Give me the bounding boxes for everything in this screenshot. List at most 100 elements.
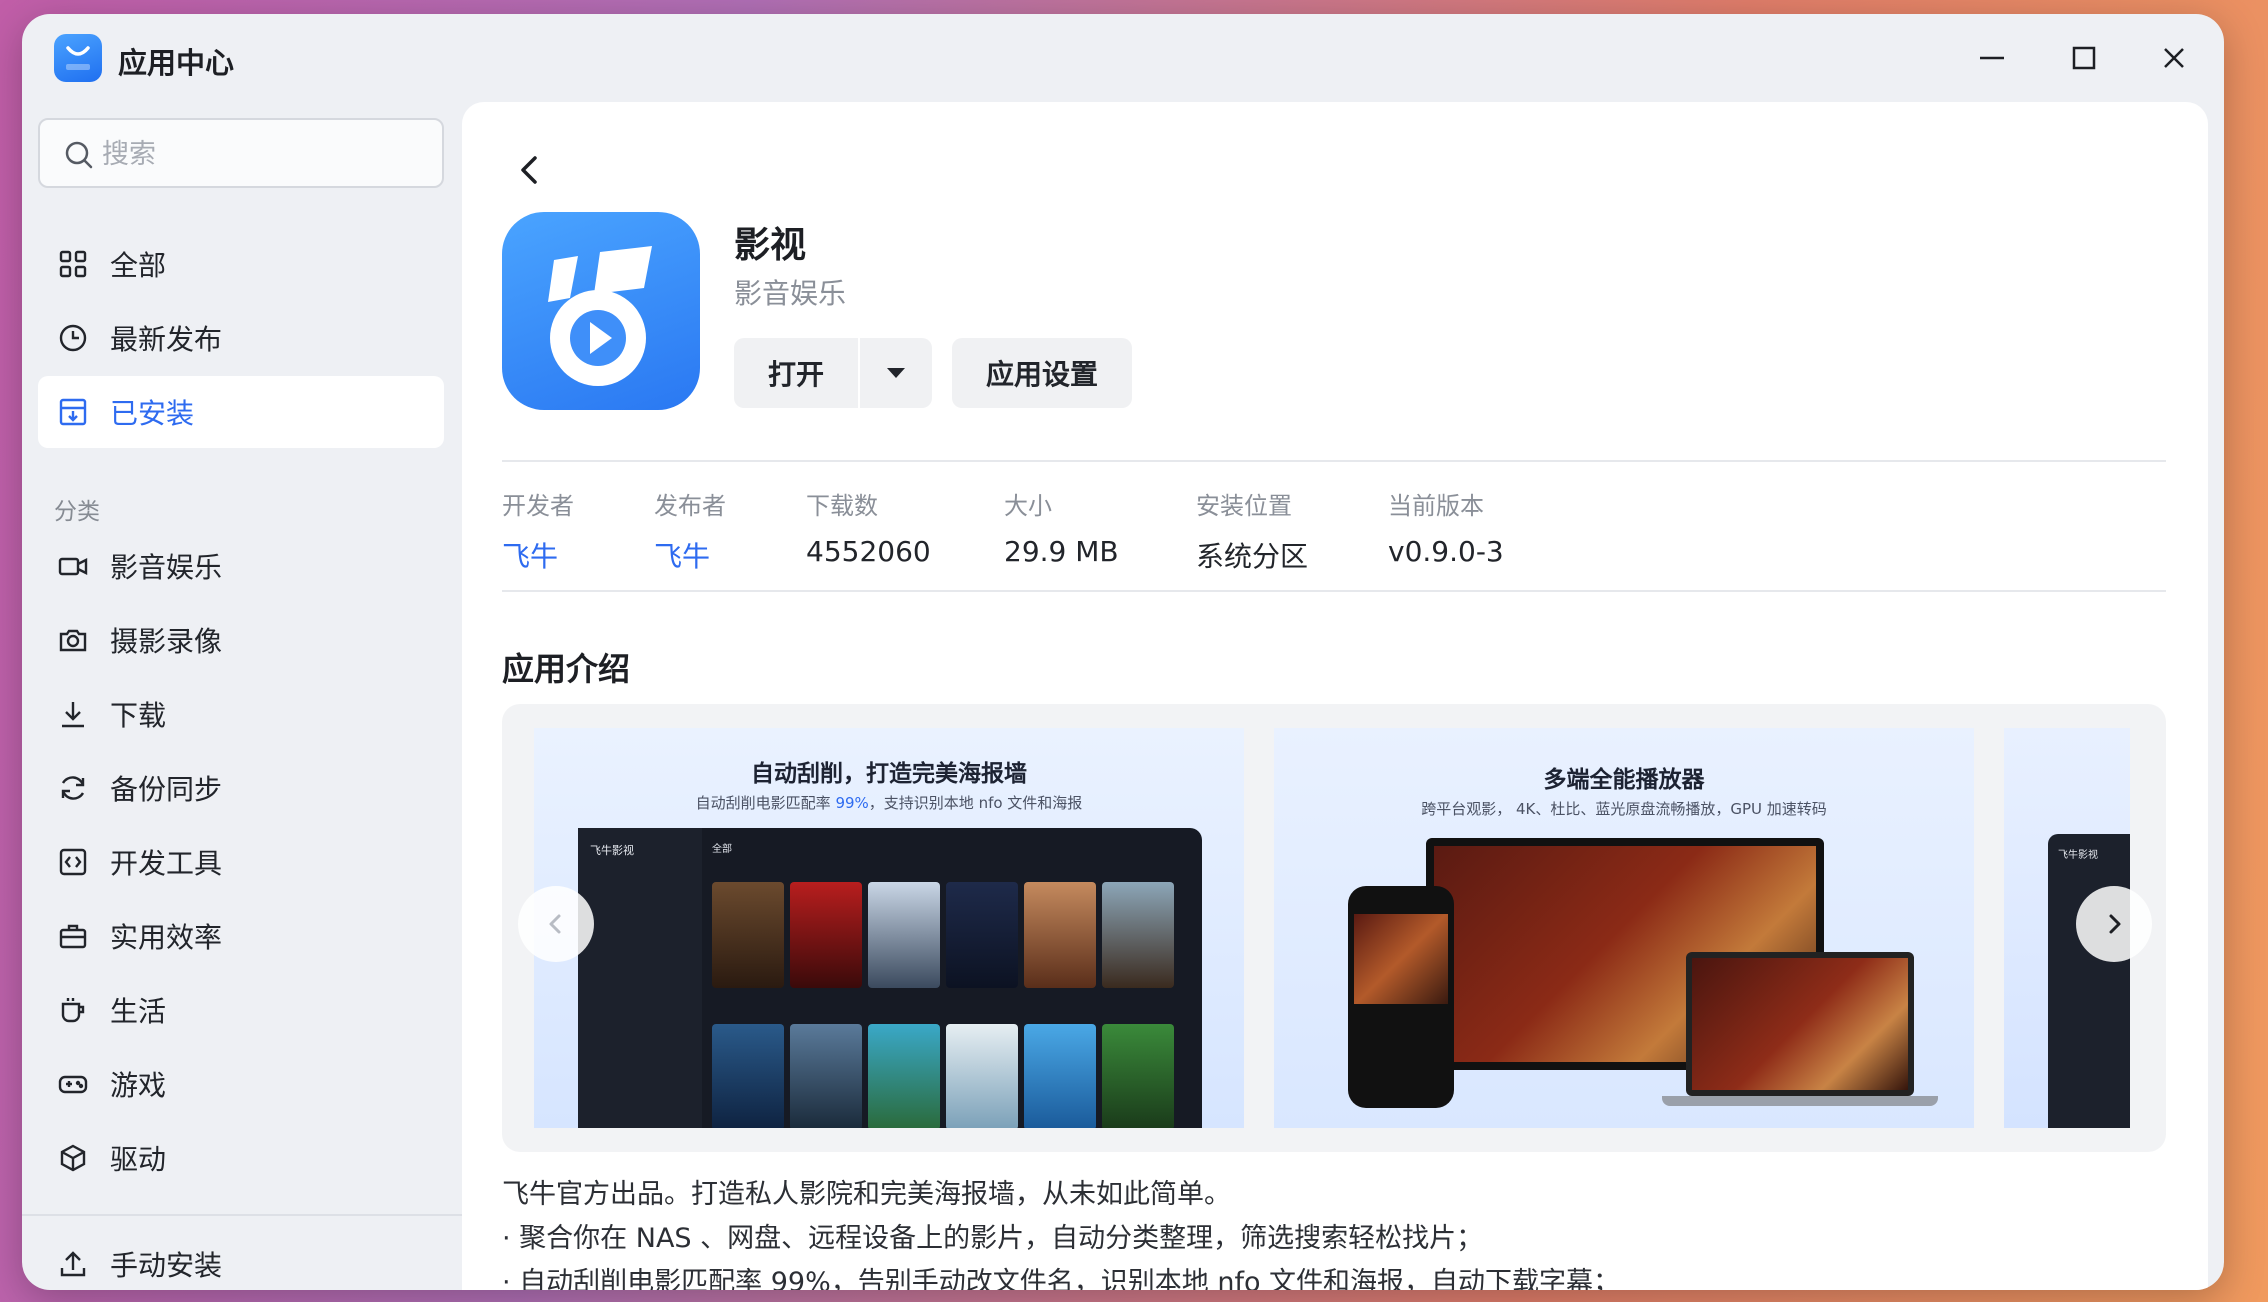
sidebar-item-label: 游戏 — [110, 1069, 167, 1102]
mockup-sidebar: 飞牛影视 — [2048, 834, 2130, 1128]
poster — [1024, 1024, 1096, 1128]
code-icon — [56, 845, 90, 879]
poster — [1102, 882, 1174, 988]
sidebar-item-latest[interactable]: 最新发布 — [38, 302, 444, 374]
poster — [1102, 1024, 1174, 1128]
sidebar-item-video-entertainment[interactable]: 影音娱乐 — [38, 530, 444, 602]
app-center-window: 应用中心 全部 最新发布 — [22, 14, 2224, 1290]
meta-downloads: 下载数 4552060 — [806, 486, 931, 568]
sidebar-item-installed[interactable]: 已安装 — [38, 376, 444, 448]
manual-install-label: 手动安装 — [110, 1249, 223, 1282]
chevron-left-icon — [549, 914, 561, 934]
screenshot-carousel: 自动刮削，打造完美海报墙 自动刮削电影匹配率 99%，支持识别本地 nfo 文件… — [502, 704, 2166, 1152]
cube-icon — [56, 1141, 90, 1175]
mockup-tab: 全部 — [712, 844, 732, 855]
laptop-mockup — [1686, 952, 1914, 1096]
poster — [790, 1024, 862, 1128]
app-settings-button[interactable]: 应用设置 — [952, 338, 1132, 408]
sidebar-item-label: 最新发布 — [110, 323, 223, 356]
app-category: 影音娱乐 — [734, 277, 847, 310]
meta-value: v0.9.0-3 — [1388, 535, 1504, 568]
sidebar-item-label: 下载 — [110, 699, 167, 732]
screenshot-subtitle: 自动刮削电影匹配率 99%，支持识别本地 nfo 文件和海报 — [695, 794, 1083, 812]
mockup-sidebar — [578, 828, 702, 1128]
developer-link[interactable]: 飞牛 — [502, 535, 574, 575]
poster — [946, 1024, 1018, 1128]
store-logo-icon — [54, 34, 102, 82]
manual-install-button[interactable]: 手动安装 — [38, 1228, 444, 1290]
app-icon — [502, 212, 700, 410]
toolbox-icon — [56, 919, 90, 953]
sidebar-item-label: 全部 — [110, 249, 167, 282]
sidebar-item-games[interactable]: 游戏 — [38, 1048, 444, 1120]
carousel-prev-button[interactable] — [518, 886, 594, 962]
minimize-button[interactable] — [1970, 36, 2014, 80]
sidebar-item-label: 摄影录像 — [110, 625, 223, 658]
maximize-button[interactable] — [2062, 36, 2106, 80]
meta-key: 开发者 — [502, 492, 574, 520]
search-box[interactable] — [38, 118, 444, 188]
sidebar-item-download[interactable]: 下载 — [38, 678, 444, 750]
meta-key: 大小 — [1004, 492, 1052, 520]
meta-install-location: 安装位置 系统分区 — [1196, 486, 1308, 575]
sidebar-item-photography[interactable]: 摄影录像 — [38, 604, 444, 676]
meta-version: 当前版本 v0.9.0-3 — [1388, 486, 1504, 568]
carousel-next-button[interactable] — [2076, 886, 2152, 962]
download-icon — [56, 697, 90, 731]
installed-icon — [56, 395, 90, 429]
sidebar-item-productivity[interactable]: 实用效率 — [38, 900, 444, 972]
search-input[interactable] — [102, 134, 422, 174]
poster — [790, 882, 862, 988]
meta-size: 大小 29.9 MB — [1004, 486, 1119, 568]
mockup-brand: 飞牛影视 — [2058, 850, 2098, 861]
screenshot-multi-device-player[interactable]: 多端全能播放器 跨平台观影， 4K、杜比、蓝光原盘流畅播放，GPU 加速转码 — [1274, 728, 1974, 1128]
divider — [502, 590, 2166, 592]
window-title: 应用中心 — [118, 46, 235, 80]
mockup-brand: 飞牛影视 — [590, 844, 634, 857]
meta-key: 当前版本 — [1388, 492, 1484, 520]
sidebar-item-label: 生活 — [110, 995, 167, 1028]
poster — [868, 882, 940, 988]
sidebar-divider — [22, 1214, 462, 1216]
sidebar-item-drivers[interactable]: 驱动 — [38, 1122, 444, 1194]
sidebar-item-dev-tools[interactable]: 开发工具 — [38, 826, 444, 898]
upload-icon — [56, 1247, 90, 1281]
camera-icon — [56, 623, 90, 657]
app-detail-panel: 影视 影音娱乐 打开 应用设置 开发者 飞牛 发布者 飞牛 下载数 455206… — [462, 102, 2208, 1290]
open-button[interactable]: 打开 — [734, 338, 858, 408]
desktop-mockup: 飞牛影视 全部 — [578, 828, 1202, 1128]
divider — [502, 460, 2166, 462]
sidebar-item-life[interactable]: 生活 — [38, 974, 444, 1046]
meta-value: 系统分区 — [1196, 540, 1309, 573]
meta-developer: 开发者 飞牛 — [502, 486, 574, 575]
screenshot-title: 多端全能播放器 — [1543, 767, 1705, 793]
meta-key: 安装位置 — [1196, 492, 1292, 520]
close-button[interactable] — [2152, 36, 2196, 80]
chevron-left-icon — [521, 156, 537, 184]
grid-icon — [56, 247, 90, 281]
back-button[interactable] — [510, 150, 550, 190]
description-line: · 自动刮削电影匹配率 99%，告别手动改文件名，识别本地 nfo 文件和海报，… — [502, 1267, 1621, 1290]
search-icon — [65, 141, 93, 169]
chevron-right-icon — [2109, 914, 2121, 934]
sidebar-item-label: 开发工具 — [110, 847, 223, 880]
clock-icon — [56, 321, 90, 355]
open-options-dropdown[interactable] — [860, 338, 932, 408]
publisher-link[interactable]: 飞牛 — [654, 535, 726, 575]
cup-icon — [56, 993, 90, 1027]
app-name: 影视 — [734, 225, 807, 266]
screenshot-subtitle: 跨平台观影， 4K、杜比、蓝光原盘流畅播放，GPU 加速转码 — [1421, 800, 1827, 818]
sync-icon — [56, 771, 90, 805]
gamepad-icon — [56, 1067, 90, 1101]
screenshot-poster-wall[interactable]: 自动刮削，打造完美海报墙 自动刮削电影匹配率 99%，支持识别本地 nfo 文件… — [534, 728, 1244, 1128]
sidebar-item-all[interactable]: 全部 — [38, 228, 444, 300]
category-section-label: 分类 — [54, 499, 100, 525]
phone-mockup — [1348, 886, 1454, 1108]
meta-key: 下载数 — [806, 492, 878, 520]
meta-value: 29.9 MB — [1004, 535, 1119, 568]
action-buttons: 打开 应用设置 — [734, 338, 1132, 408]
sidebar-item-backup-sync[interactable]: 备份同步 — [38, 752, 444, 824]
laptop-base — [1662, 1096, 1938, 1106]
screenshot-title: 自动刮削，打造完美海报墙 — [751, 761, 1027, 787]
caret-down-icon — [887, 368, 905, 378]
